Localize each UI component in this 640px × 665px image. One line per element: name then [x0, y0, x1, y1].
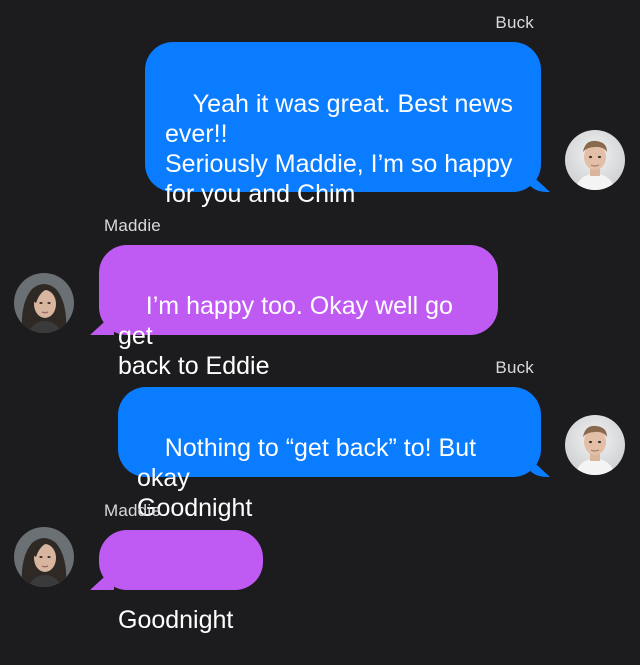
maddie-avatar-photo — [14, 273, 74, 333]
maddie-avatar[interactable] — [14, 527, 74, 587]
maddie-avatar[interactable] — [14, 273, 74, 333]
message-text: Goodnight — [118, 606, 234, 634]
message-bubble-incoming[interactable]: I’m happy too. Okay well go get back to … — [99, 245, 498, 380]
sender-name-buck: Buck — [495, 13, 534, 32]
buck-avatar[interactable] — [565, 415, 625, 475]
maddie-avatar-photo — [14, 527, 74, 587]
message-bubble-outgoing[interactable]: Nothing to “get back” to! But okay Goodn… — [118, 387, 541, 522]
sender-name-maddie: Maddie — [104, 216, 161, 235]
buck-avatar-photo — [565, 130, 625, 190]
buck-avatar[interactable] — [565, 130, 625, 190]
buck-avatar-photo — [565, 415, 625, 475]
sender-name-maddie: Maddie — [104, 501, 161, 520]
message-text: Nothing to “get back” to! But okay Goodn… — [137, 434, 477, 522]
message-bubble-outgoing[interactable]: Yeah it was great. Best news ever!! Seri… — [145, 42, 541, 208]
message-text: Yeah it was great. Best news ever!! Seri… — [165, 90, 513, 208]
sender-name-buck: Buck — [495, 358, 534, 377]
message-thread: Buck Yeah it was great. Best news ever!!… — [0, 0, 640, 634]
message-bubble-incoming[interactable]: Goodnight — [99, 530, 263, 634]
message-text: I’m happy too. Okay well go get back to … — [118, 292, 453, 380]
